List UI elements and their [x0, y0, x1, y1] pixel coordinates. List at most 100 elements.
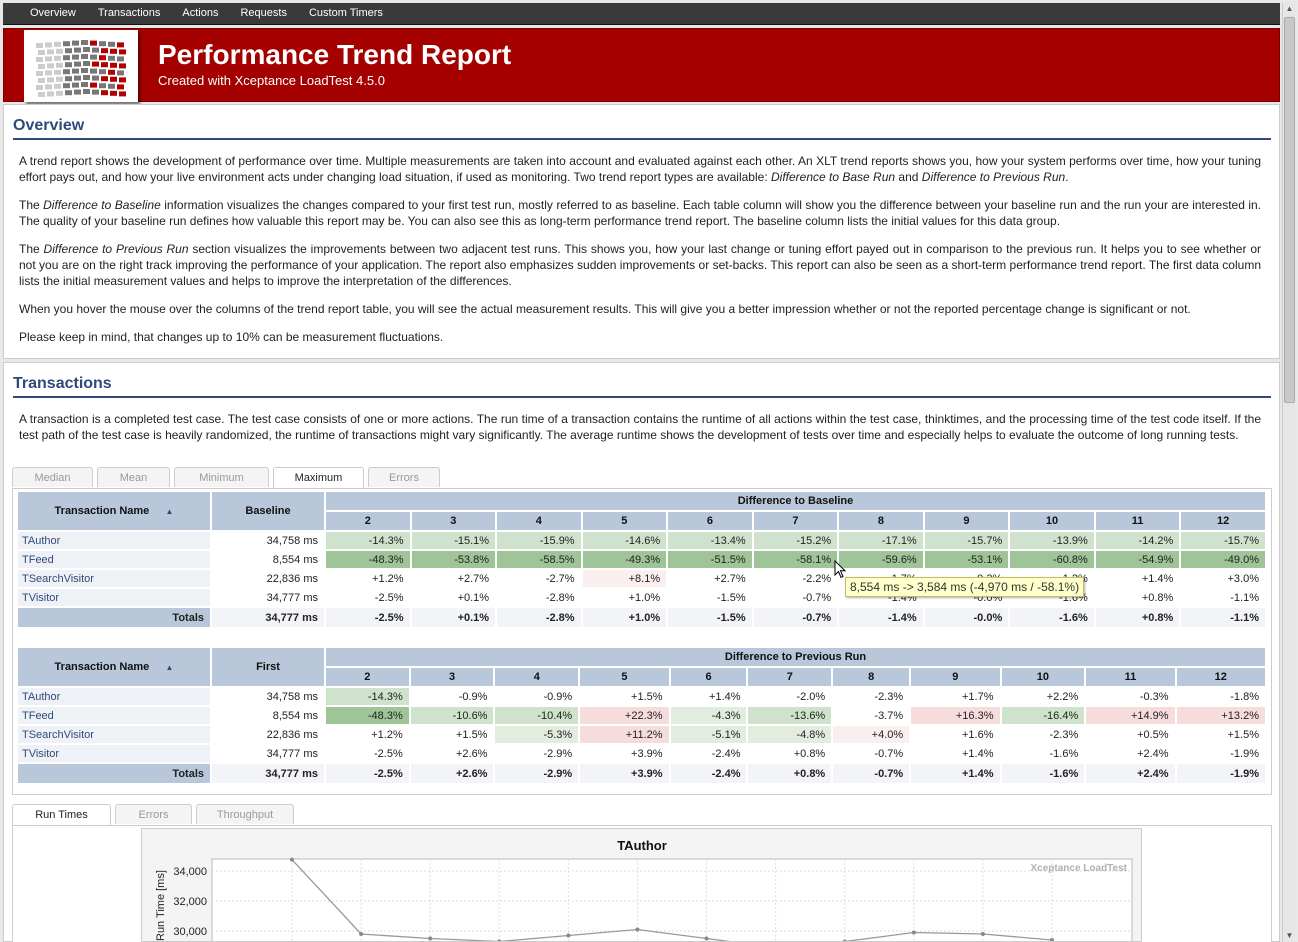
scroll-up-icon[interactable]: ▲: [1283, 3, 1296, 15]
diff-cell[interactable]: +13.2%: [1176, 707, 1265, 724]
diff-cell[interactable]: +1.7%: [911, 688, 999, 705]
diff-cell[interactable]: +1.5%: [411, 726, 494, 743]
diff-cell[interactable]: +1.2%: [326, 726, 409, 743]
scroll-down-icon[interactable]: ▼: [1283, 930, 1296, 942]
diff-cell[interactable]: -4.8%: [748, 726, 832, 743]
transaction-link[interactable]: TVisitor: [18, 745, 210, 762]
sort-ascending-icon[interactable]: ▲: [163, 663, 174, 672]
diff-cell[interactable]: -53.1%: [924, 551, 1009, 568]
diff-cell[interactable]: -0.9%: [411, 688, 494, 705]
transaction-link[interactable]: TSearchVisitor: [18, 726, 210, 743]
diff-cell[interactable]: -60.8%: [1010, 551, 1094, 568]
diff-cell[interactable]: -49.3%: [582, 551, 667, 568]
diff-cell[interactable]: -10.6%: [410, 707, 494, 724]
diff-cell[interactable]: +3.9%: [580, 745, 668, 762]
diff-cell[interactable]: -2.4%: [671, 745, 747, 762]
diff-cell[interactable]: -48.3%: [326, 707, 409, 724]
diff-cell[interactable]: -10.4%: [495, 707, 579, 724]
diff-cell[interactable]: +1.5%: [580, 688, 668, 705]
diff-cell[interactable]: +1.4%: [671, 688, 747, 705]
diff-cell[interactable]: +8.1%: [582, 570, 667, 587]
diff-cell[interactable]: +16.3%: [911, 707, 1000, 724]
diff-cell[interactable]: +0.8%: [1096, 589, 1180, 606]
tab-minimum[interactable]: Minimum: [174, 467, 269, 487]
tab-throughput[interactable]: Throughput: [196, 804, 294, 824]
diff-cell[interactable]: -1.8%: [1177, 688, 1265, 705]
diff-cell[interactable]: -15.7%: [1181, 532, 1265, 549]
diff-cell[interactable]: -1.6%: [1002, 745, 1085, 762]
diff-cell[interactable]: -15.1%: [411, 532, 496, 549]
diff-cell[interactable]: -14.3%: [326, 532, 410, 549]
diff-cell[interactable]: +14.9%: [1086, 707, 1175, 724]
diff-cell[interactable]: -53.8%: [411, 551, 496, 568]
diff-cell[interactable]: -0.7%: [754, 589, 838, 606]
diff-cell[interactable]: +1.4%: [1096, 570, 1180, 587]
diff-cell[interactable]: -5.1%: [670, 726, 747, 743]
diff-cell[interactable]: -15.2%: [753, 532, 838, 549]
diff-cell[interactable]: +1.0%: [583, 589, 667, 606]
tab-mean[interactable]: Mean: [97, 467, 170, 487]
nav-overview[interactable]: Overview: [30, 3, 76, 24]
column-transaction-name[interactable]: Transaction Name ▲: [18, 648, 210, 686]
diff-cell[interactable]: -2.8%: [497, 589, 581, 606]
diff-cell[interactable]: -58.1%: [753, 551, 838, 568]
diff-cell[interactable]: -2.2%: [754, 570, 838, 587]
diff-cell[interactable]: -2.7%: [497, 570, 581, 587]
diff-cell[interactable]: +2.7%: [668, 570, 752, 587]
diff-cell[interactable]: +4.0%: [833, 726, 910, 743]
diff-cell[interactable]: -3.7%: [833, 707, 909, 724]
diff-cell[interactable]: -0.7%: [833, 745, 909, 762]
diff-cell[interactable]: +0.1%: [412, 589, 496, 606]
diff-cell[interactable]: -2.5%: [326, 589, 410, 606]
diff-cell[interactable]: -58.5%: [497, 551, 581, 568]
diff-cell[interactable]: +1.4%: [911, 745, 999, 762]
diff-cell[interactable]: -14.6%: [582, 532, 667, 549]
diff-cell[interactable]: +1.5%: [1177, 726, 1265, 743]
diff-cell[interactable]: -14.3%: [326, 688, 409, 705]
tab-chart-errors[interactable]: Errors: [115, 804, 192, 824]
diff-cell[interactable]: -2.3%: [833, 688, 909, 705]
nav-actions[interactable]: Actions: [182, 3, 218, 24]
transaction-link[interactable]: TFeed: [18, 707, 210, 724]
diff-cell[interactable]: -2.3%: [1002, 726, 1085, 743]
tab-maximum[interactable]: Maximum: [273, 467, 364, 488]
diff-cell[interactable]: -0.3%: [1086, 688, 1174, 705]
column-transaction-name[interactable]: Transaction Name ▲: [18, 492, 210, 530]
diff-cell[interactable]: -15.9%: [497, 532, 581, 549]
diff-cell[interactable]: -1.9%: [1177, 745, 1265, 762]
diff-cell[interactable]: +1.2%: [326, 570, 410, 587]
diff-cell[interactable]: -13.6%: [748, 707, 832, 724]
diff-cell[interactable]: -4.3%: [670, 707, 747, 724]
diff-cell[interactable]: +2.2%: [1002, 688, 1085, 705]
diff-cell[interactable]: -54.9%: [1095, 551, 1180, 568]
diff-cell[interactable]: -5.3%: [495, 726, 579, 743]
diff-cell[interactable]: -14.2%: [1095, 532, 1180, 549]
transaction-link[interactable]: TAuthor: [18, 688, 210, 705]
diff-cell[interactable]: +0.5%: [1086, 726, 1174, 743]
tab-median[interactable]: Median: [12, 467, 93, 487]
tab-run-times[interactable]: Run Times: [12, 804, 111, 825]
diff-cell[interactable]: -51.5%: [668, 551, 752, 568]
diff-cell[interactable]: +11.2%: [580, 726, 669, 743]
diff-cell[interactable]: -49.0%: [1181, 551, 1265, 568]
diff-cell[interactable]: -2.5%: [326, 745, 409, 762]
diff-cell[interactable]: +2.6%: [411, 745, 494, 762]
tab-errors[interactable]: Errors: [368, 467, 440, 487]
diff-cell[interactable]: -2.0%: [748, 688, 831, 705]
sort-ascending-icon[interactable]: ▲: [163, 507, 174, 516]
transaction-link[interactable]: TSearchVisitor: [18, 570, 210, 587]
diff-cell[interactable]: -13.4%: [668, 532, 752, 549]
diff-cell[interactable]: -17.1%: [839, 532, 923, 549]
diff-cell[interactable]: -2.9%: [495, 745, 578, 762]
diff-cell[interactable]: -13.9%: [1010, 532, 1094, 549]
diff-cell[interactable]: -1.5%: [668, 589, 752, 606]
diff-cell[interactable]: -16.4%: [1001, 707, 1085, 724]
diff-cell[interactable]: +2.4%: [1086, 745, 1174, 762]
diff-cell[interactable]: -15.7%: [924, 532, 1009, 549]
diff-cell[interactable]: +1.6%: [911, 726, 999, 743]
diff-cell[interactable]: -1.1%: [1181, 589, 1265, 606]
page-scrollbar[interactable]: ▲ ▼: [1282, 3, 1295, 942]
scrollbar-thumb[interactable]: [1284, 17, 1295, 403]
diff-cell[interactable]: -59.6%: [839, 551, 923, 568]
nav-requests[interactable]: Requests: [240, 3, 286, 24]
